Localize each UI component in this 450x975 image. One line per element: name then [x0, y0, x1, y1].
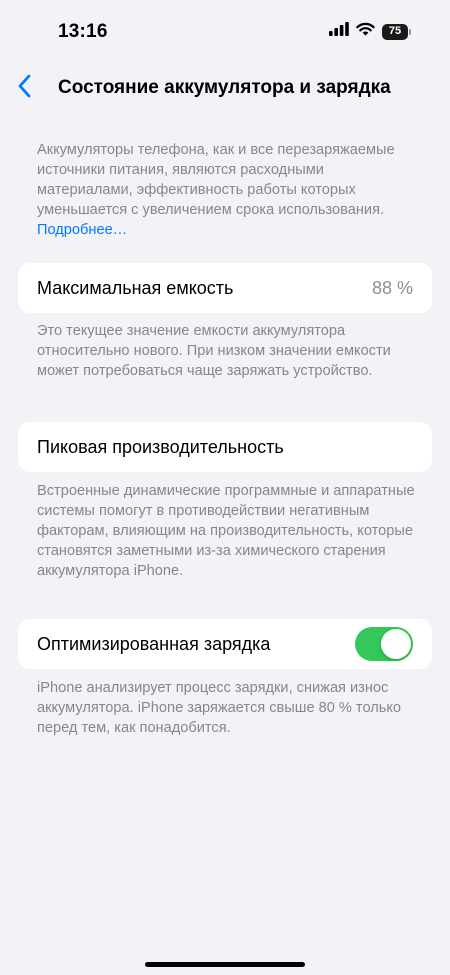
- status-icons: 75: [329, 22, 412, 41]
- max-capacity-value: 88 %: [371, 277, 413, 298]
- max-capacity-row: Максимальная емкость 88 %: [18, 263, 432, 313]
- battery-level: 75: [382, 23, 408, 40]
- optimized-charging-row: Оптимизированная зарядка: [18, 619, 432, 669]
- optimized-charging-label: Оптимизированная зарядка: [37, 633, 271, 654]
- peak-performance-label: Пиковая производительность: [37, 436, 284, 457]
- navigation-bar: Состояние аккумулятора и зарядка: [0, 66, 450, 110]
- back-button[interactable]: [8, 70, 40, 106]
- chevron-left-icon: [17, 74, 31, 103]
- signal-icon: [329, 22, 349, 41]
- intro-description: Аккумуляторы телефона, как и все перезар…: [37, 140, 417, 240]
- toggle-knob: [381, 629, 411, 659]
- peak-performance-description: Встроенные динамические программные и ап…: [37, 483, 415, 579]
- page-title: Состояние аккумулятора и зарядка: [58, 77, 391, 98]
- optimized-charging-description: iPhone анализирует процесс зарядки, сниж…: [37, 680, 402, 736]
- battery-icon: 75: [382, 23, 412, 40]
- home-indicator: [145, 962, 305, 967]
- learn-more-link[interactable]: Подробнее…: [37, 222, 127, 238]
- max-capacity-description: Это текущее значение емкости аккумулятор…: [37, 323, 391, 379]
- status-time: 13:16: [58, 21, 108, 42]
- battery-cap: [409, 28, 411, 35]
- max-capacity-label: Максимальная емкость: [37, 277, 234, 298]
- wifi-icon: [356, 22, 375, 41]
- peak-performance-row: Пиковая производительность: [18, 422, 432, 472]
- status-bar: 13:16 75: [0, 0, 450, 64]
- optimized-charging-toggle[interactable]: [355, 627, 413, 661]
- intro-text: Аккумуляторы телефона, как и все перезар…: [37, 142, 395, 218]
